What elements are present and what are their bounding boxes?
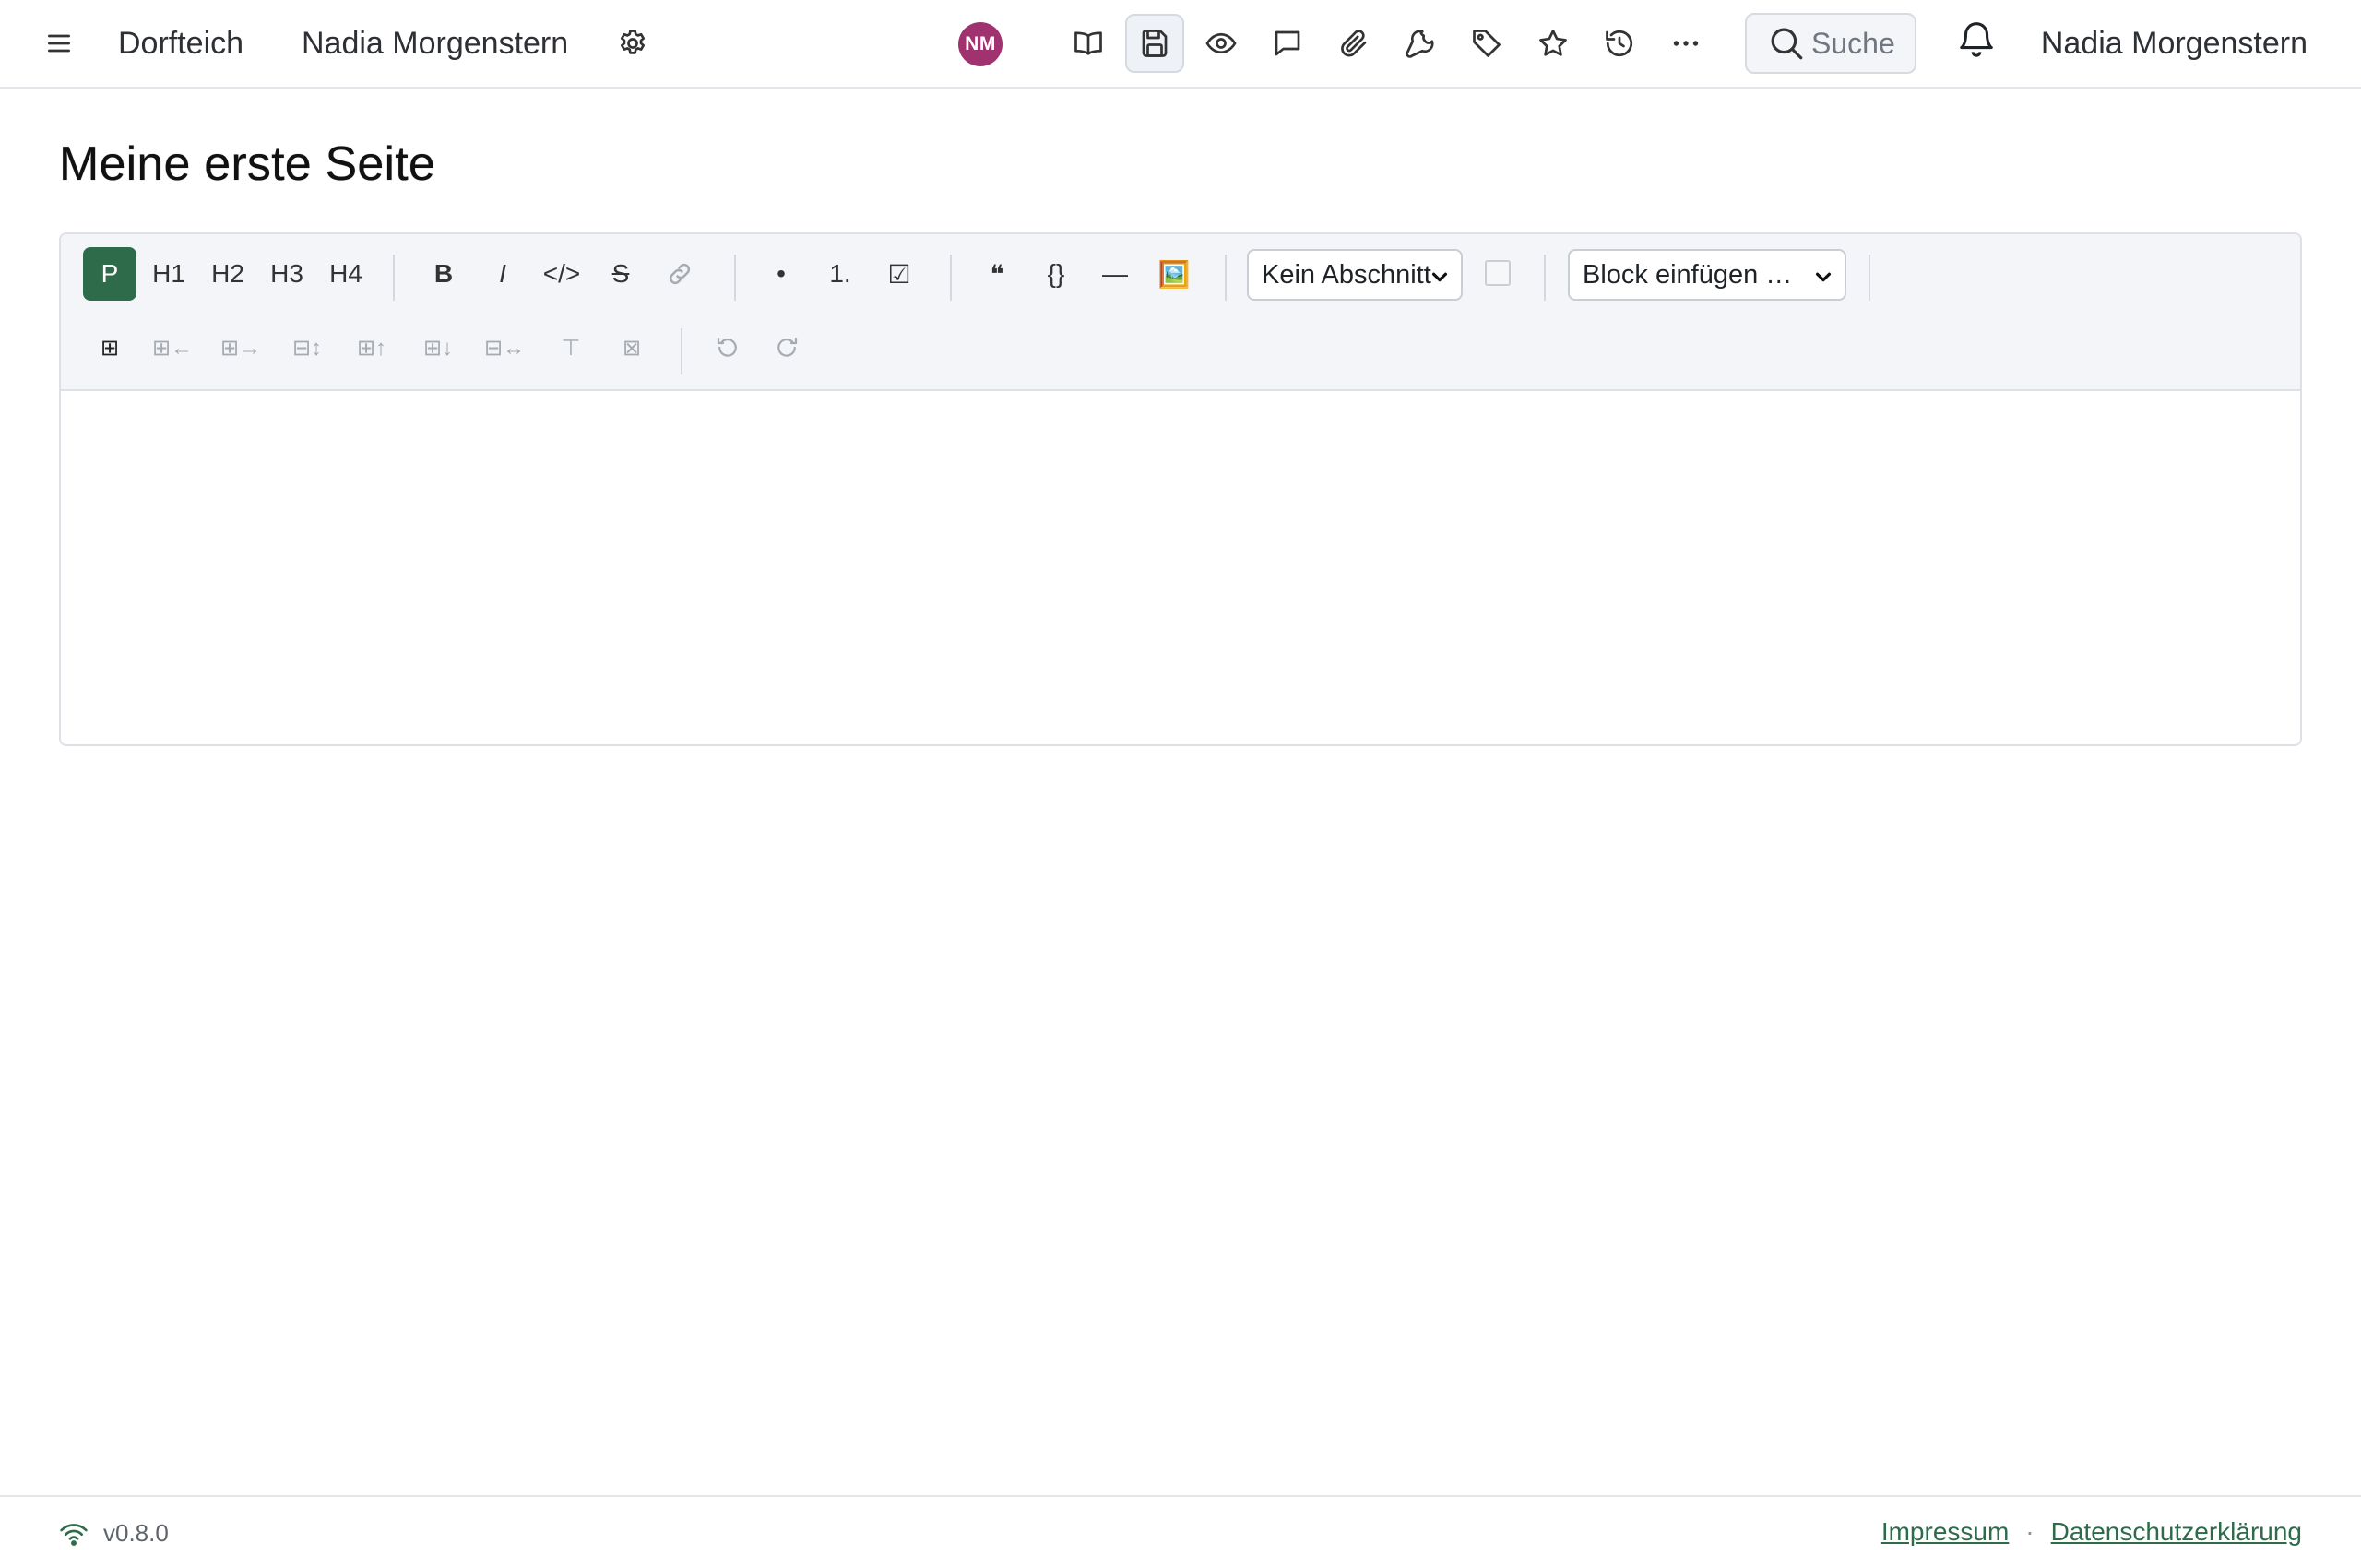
comment-icon[interactable] [1258, 14, 1317, 73]
toolbar-divider [950, 255, 952, 301]
save-icon[interactable] [1125, 14, 1184, 73]
wifi-icon [60, 1524, 88, 1546]
add-column-before-button[interactable]: ⊞← [146, 321, 199, 374]
toolbar-divider [734, 255, 736, 301]
inline-code-button[interactable]: </> [535, 247, 588, 301]
top-bar: Dorfteich Nadia Morgenstern NM Nadia Mor… [0, 0, 2361, 89]
avatar[interactable]: NM [958, 22, 1003, 66]
undo-icon [717, 337, 737, 357]
add-row-before-button[interactable]: ⊞↑ [345, 321, 398, 374]
page-owner-link[interactable]: Nadia Morgenstern [302, 0, 568, 87]
star-icon[interactable] [1524, 14, 1583, 73]
impressum-link[interactable]: Impressum [1881, 1517, 2009, 1547]
blockquote-button[interactable]: ❝ [970, 247, 1024, 301]
book-icon[interactable] [1059, 14, 1118, 73]
link-icon [669, 263, 691, 285]
toolbar-row-formatting: P H1 H2 H3 H4 B I </> S • 1. ☑ ❝ {} — 🖼️ [61, 247, 2300, 303]
search-box[interactable] [1745, 13, 1916, 74]
link-button[interactable] [653, 247, 706, 301]
toggle-header-row-button[interactable]: ⊤ [544, 321, 598, 374]
code-block-button[interactable]: {} [1029, 247, 1083, 301]
tag-icon[interactable] [1457, 14, 1516, 73]
redo-icon [777, 337, 798, 357]
version-label: v0.8.0 [103, 1519, 169, 1547]
heading4-button[interactable]: H4 [319, 247, 373, 301]
more-icon[interactable] [1656, 14, 1715, 73]
bold-button[interactable]: B [417, 247, 470, 301]
toolbar-divider [1869, 255, 1870, 301]
chevron-down-icon [1815, 272, 1832, 282]
toolbar-divider [681, 328, 682, 374]
page-title[interactable]: Meine erste Seite [59, 137, 435, 192]
bullet-list-button[interactable]: • [754, 247, 808, 301]
chevron-down-icon [1431, 272, 1448, 282]
ordered-list-button[interactable]: 1. [813, 247, 867, 301]
editor-toolbar: P H1 H2 H3 H4 B I </> S • 1. ☑ ❝ {} — 🖼️ [61, 234, 2300, 391]
section-select[interactable]: Kein Abschnitt [1247, 249, 1463, 301]
horizontal-rule-button[interactable]: — [1088, 247, 1142, 301]
eye-icon[interactable] [1192, 14, 1251, 73]
search-icon [1771, 28, 1803, 60]
add-row-after-button[interactable]: ⊞↓ [411, 321, 465, 374]
editor: P H1 H2 H3 H4 B I </> S • 1. ☑ ❝ {} — 🖼️ [59, 232, 2302, 746]
insert-table-button[interactable]: ⊞ [83, 321, 136, 374]
italic-button[interactable]: I [476, 247, 529, 301]
toolbar-divider [1544, 255, 1546, 301]
section-checkbox[interactable] [1485, 260, 1511, 286]
section-select-value: Kein Abschnitt [1262, 259, 1431, 290]
task-list-button[interactable]: ☑ [872, 247, 926, 301]
toolbar-row-table: ⊞ ⊞← ⊞→ ⊟↕ ⊞↑ ⊞↓ ⊟↔ ⊤ ⊠ [61, 321, 2300, 376]
insert-block-select[interactable]: Block einfügen … [1568, 249, 1846, 301]
toolbar-divider [393, 255, 395, 301]
undo-button[interactable] [701, 321, 754, 374]
settings-icon[interactable] [612, 0, 653, 87]
delete-column-button[interactable]: ⊟↕ [280, 321, 334, 374]
history-icon[interactable] [1590, 14, 1649, 73]
editor-content[interactable] [61, 393, 2300, 744]
wiki-name-link[interactable]: Dorfteich [118, 0, 243, 87]
insert-block-select-value: Block einfügen … [1583, 259, 1793, 290]
redo-button[interactable] [760, 321, 813, 374]
menu-icon[interactable] [41, 0, 77, 87]
user-menu[interactable]: Nadia Morgenstern [2041, 0, 2308, 87]
add-column-after-button[interactable]: ⊞→ [214, 321, 267, 374]
strikethrough-button[interactable]: S [594, 247, 647, 301]
search-input[interactable] [1811, 26, 1904, 61]
footer: v0.8.0 Impressum · Datenschutzerklärung [0, 1495, 2361, 1568]
footer-links: Impressum · Datenschutzerklärung [1881, 1517, 2302, 1547]
toolbar-divider [1225, 255, 1227, 301]
paragraph-button[interactable]: P [83, 247, 136, 301]
heading1-button[interactable]: H1 [142, 247, 196, 301]
wrench-icon[interactable] [1391, 14, 1450, 73]
heading3-button[interactable]: H3 [260, 247, 314, 301]
heading2-button[interactable]: H2 [201, 247, 255, 301]
bell-icon[interactable] [1948, 9, 2005, 66]
footer-separator: · [2025, 1517, 2035, 1546]
delete-row-button[interactable]: ⊟↔ [478, 321, 531, 374]
image-button[interactable]: 🖼️ [1147, 247, 1201, 301]
privacy-link[interactable]: Datenschutzerklärung [2051, 1517, 2302, 1547]
delete-table-button[interactable]: ⊠ [605, 321, 658, 374]
paperclip-icon[interactable] [1324, 14, 1383, 73]
